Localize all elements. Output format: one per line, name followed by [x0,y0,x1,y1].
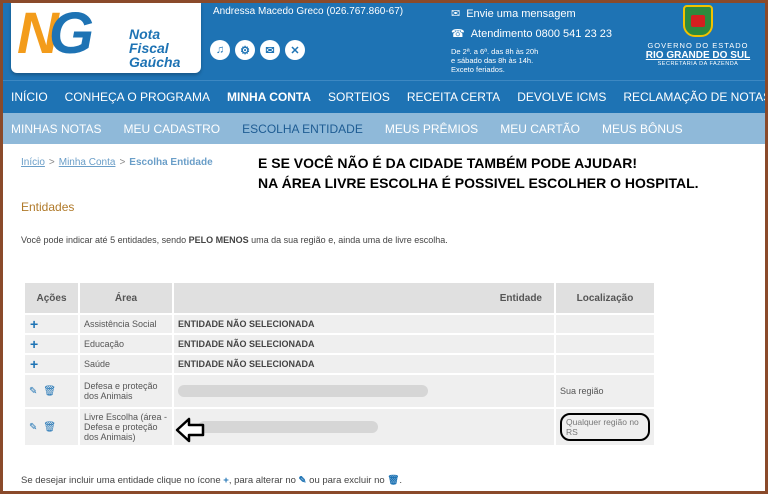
add-icon[interactable]: + [25,355,78,373]
section-title: Entidades [21,200,75,214]
trash-icon: 🗑 [387,475,400,486]
menu-receita-certa[interactable]: RECEITA CERTA [407,90,500,104]
table-row: ✎ 🗑 Defesa e proteção dos Animais Sua re… [25,375,654,407]
menu-sorteios[interactable]: SORTEIOS [328,90,390,104]
left-arrow-icon [175,417,205,443]
logo-mark: NG [17,1,94,66]
table-header: Ações Área Entidade Localização [25,283,654,313]
edit-icon: ✎ [298,475,307,486]
contact-message-link[interactable]: ✉ Envie uma mensagem [451,7,612,21]
contact-phone: ☎ Atendimento 0800 541 23 23 [451,27,612,41]
footer-help: Se desejar incluir uma entidade clique n… [21,475,403,486]
submenu-meu-cadastro[interactable]: MEU CADASTRO [123,122,220,136]
header-entidade: Entidade [174,283,554,313]
edit-icon[interactable]: ✎ [29,422,37,433]
header-actions: ♫ ⚙ ✉ ✕ [210,40,305,60]
submenu-escolha-entidade[interactable]: ESCOLHA ENTIDADE [242,122,363,136]
blurred-entity [178,385,428,397]
table-row: + Saúde ENTIDADE NÃO SELECIONADA [25,355,654,373]
bell-icon[interactable]: ♫ [210,40,230,60]
gear-icon[interactable]: ⚙ [235,40,255,60]
blurred-entity [198,421,378,433]
logo-text: Nota Fiscal Gaúcha [129,26,181,70]
close-icon[interactable]: ✕ [285,40,305,60]
annotation-note: E SE VOCÊ NÃO É DA CIDADE TAMBÉM PODE AJ… [258,155,699,191]
phone-icon: ☎ [451,28,465,40]
crest-icon [683,5,713,37]
add-icon[interactable]: + [25,335,78,353]
menu-conheca-programa[interactable]: CONHEÇA O PROGRAMA [65,90,210,104]
table-row: + Educação ENTIDADE NÃO SELECIONADA [25,335,654,353]
government-logo: GOVERNO DO ESTADO RIO GRANDE DO SUL SECR… [643,5,753,67]
entities-table: Ações Área Entidade Localização + Assist… [23,281,656,447]
breadcrumb: Início > Minha Conta > Escolha Entidade [21,157,213,168]
contact-info: ✉ Envie uma mensagem ☎ Atendimento 0800 54… [451,7,612,75]
menu-devolve-icms[interactable]: DEVOLVE ICMS [517,90,606,104]
table-row: ✎ 🗑 Livre Escolha (área - Defesa e prote… [25,409,654,445]
trash-icon[interactable]: 🗑 [43,386,56,397]
info-text: Você pode indicar até 5 entidades, sendo… [21,235,448,245]
breadcrumb-account[interactable]: Minha Conta [59,157,116,168]
logo[interactable]: NG Nota Fiscal Gaúcha [11,3,201,73]
breadcrumb-home[interactable]: Início [21,157,45,168]
main-menu: INÍCIO CONHEÇA O PROGRAMA MINHA CONTA SO… [3,80,765,113]
site-header: NG Nota Fiscal Gaúcha Andressa Macedo Gr… [3,3,765,80]
hours: De 2ª. a 6ª. das 8h às 20h e sábado das … [451,47,539,74]
highlighted-location: Qualquer região no RS [560,413,650,441]
submenu-meus-bonus[interactable]: MEUS BÔNUS [602,122,683,136]
header-localizacao: Localização [556,283,654,313]
submenu-minhas-notas[interactable]: MINHAS NOTAS [11,122,101,136]
menu-inicio[interactable]: INÍCIO [11,90,48,104]
add-icon[interactable]: + [25,315,78,333]
sub-menu: MINHAS NOTAS MEU CADASTRO ESCOLHA ENTIDA… [3,113,765,144]
screenshot-frame: NG Nota Fiscal Gaúcha Andressa Macedo Gr… [0,0,768,494]
table-row: + Assistência Social ENTIDADE NÃO SELECI… [25,315,654,333]
envelope-icon: ✉ [451,8,461,20]
menu-minha-conta[interactable]: MINHA CONTA [227,90,311,104]
header-acoes: Ações [25,283,78,313]
mail-icon[interactable]: ✉ [260,40,280,60]
header-area: Área [80,283,172,313]
trash-icon[interactable]: 🗑 [43,422,56,433]
breadcrumb-current: Escolha Entidade [129,157,213,168]
submenu-meu-cartao[interactable]: MEU CARTÃO [500,122,580,136]
edit-icon[interactable]: ✎ [29,386,37,397]
submenu-meus-premios[interactable]: MEUS PRÊMIOS [385,122,478,136]
menu-reclamacao[interactable]: RECLAMAÇÃO DE NOTAS FISCAIS [623,90,765,104]
user-name: Andressa Macedo Greco (026.767.860-67) [213,6,404,17]
